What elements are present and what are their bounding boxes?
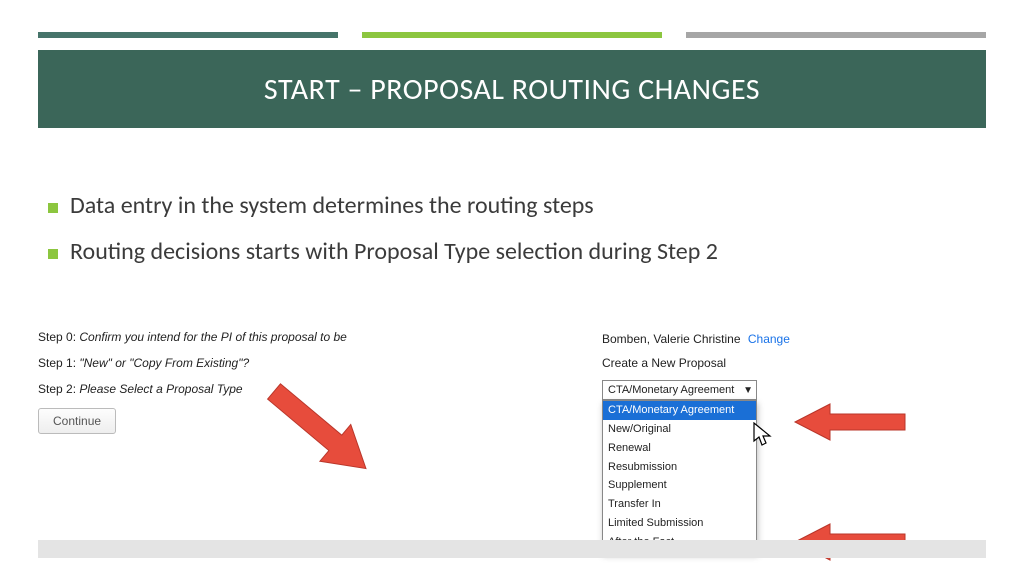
pi-name: Bomben, Valerie Christine — [602, 332, 741, 346]
dropdown-option[interactable]: Supplement — [603, 476, 756, 495]
dropdown-option[interactable]: Limited Submission — [603, 514, 756, 533]
step1-text: "New" or "Copy From Existing"? — [79, 356, 249, 370]
continue-button[interactable]: Continue — [38, 408, 116, 434]
step0-label: Step 0: — [38, 330, 79, 344]
dropdown-option[interactable]: New/Original — [603, 420, 756, 439]
step1-label: Step 1: — [38, 356, 79, 370]
slide-title: START – PROPOSAL ROUTING CHANGES — [264, 71, 760, 108]
title-band: START – PROPOSAL ROUTING CHANGES — [38, 50, 986, 128]
proposal-type-dropdown[interactable]: CTA/Monetary Agreement New/Original Rene… — [602, 400, 757, 553]
step0-text: Confirm you intend for the PI of this pr… — [79, 330, 346, 344]
bullet-text: Routing decisions starts with Proposal T… — [70, 236, 718, 268]
step0-line: Step 0: Confirm you intend for the PI of… — [38, 330, 458, 344]
step2-line: Step 2: Please Select a Proposal Type — [38, 382, 458, 396]
create-proposal-label: Create a New Proposal — [602, 356, 852, 370]
step2-text: Please Select a Proposal Type — [79, 382, 242, 396]
bullet-text: Data entry in the system determines the … — [70, 190, 594, 222]
accent-bar-2 — [362, 32, 662, 38]
bullet-list: Data entry in the system determines the … — [48, 190, 964, 283]
bullet-item: Routing decisions starts with Proposal T… — [48, 236, 964, 268]
dropdown-option[interactable]: Renewal — [603, 439, 756, 458]
change-link[interactable]: Change — [748, 332, 790, 346]
footer-bar — [38, 540, 986, 558]
step1-line: Step 1: "New" or "Copy From Existing"? — [38, 356, 458, 370]
arrow-step2 — [255, 380, 385, 480]
left-screenshot: Step 0: Confirm you intend for the PI of… — [38, 330, 458, 434]
chevron-down-icon: ▼ — [743, 385, 753, 396]
dropdown-option[interactable]: Resubmission — [603, 458, 756, 477]
proposal-type-select[interactable]: CTA/Monetary Agreement ▼ — [602, 380, 757, 400]
bullet-icon — [48, 249, 58, 259]
bullet-icon — [48, 203, 58, 213]
select-value: CTA/Monetary Agreement — [608, 384, 734, 396]
step2-label: Step 2: — [38, 382, 79, 396]
arrow-select — [790, 400, 910, 444]
accent-bar-1 — [38, 32, 338, 38]
pi-line: Bomben, Valerie Christine Change — [602, 332, 852, 346]
accent-bar-3 — [686, 32, 986, 38]
dropdown-option[interactable]: CTA/Monetary Agreement — [603, 401, 756, 420]
dropdown-option[interactable]: Transfer In — [603, 495, 756, 514]
accent-bars — [38, 32, 986, 38]
bullet-item: Data entry in the system determines the … — [48, 190, 964, 222]
slide: START – PROPOSAL ROUTING CHANGES Data en… — [0, 0, 1024, 576]
